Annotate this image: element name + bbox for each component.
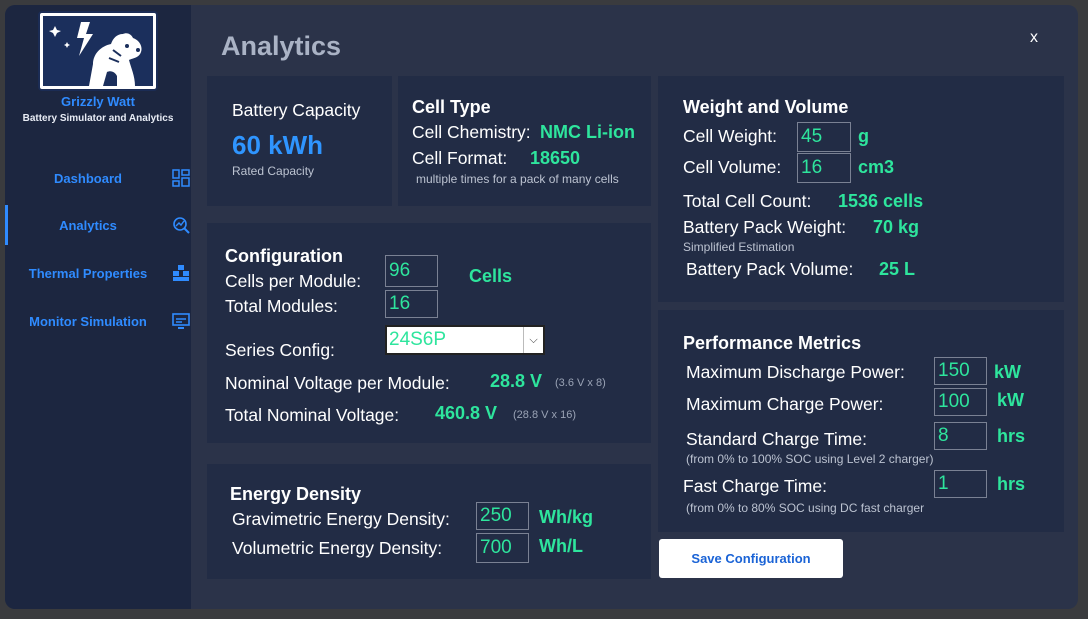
volumetric-density-input[interactable]	[476, 533, 529, 563]
thermal-icon	[173, 265, 189, 281]
nav-label: Dashboard	[54, 170, 122, 186]
cell-format-note: multiple times for a pack of many cells	[416, 172, 619, 186]
total-cell-count-label: Total Cell Count:	[683, 191, 812, 211]
page-title: Analytics	[221, 31, 342, 61]
close-button[interactable]: x	[1030, 29, 1038, 47]
fast-charge-input[interactable]	[934, 470, 987, 498]
nav-item-dashboard[interactable]: Dashboard	[5, 158, 191, 198]
monitor-icon	[172, 313, 190, 329]
app-name: Grizzly Watt	[61, 94, 135, 109]
configuration-heading: Configuration	[225, 246, 343, 266]
max-charge-input[interactable]	[934, 388, 987, 416]
standard-charge-label: Standard Charge Time:	[686, 429, 867, 449]
cell-type-heading: Cell Type	[412, 97, 491, 117]
fast-charge-note: (from 0% to 80% SOC using DC fast charge…	[686, 501, 925, 515]
standard-charge-input[interactable]	[934, 422, 987, 450]
nav-item-monitor-simulation[interactable]: Monitor Simulation	[5, 301, 191, 341]
series-config-value: 24S6P	[389, 329, 447, 350]
cell-format-label: Cell Format:	[412, 148, 508, 168]
capacity-label: Battery Capacity	[232, 100, 361, 120]
performance-heading: Performance Metrics	[683, 333, 862, 353]
max-discharge-label: Maximum Discharge Power:	[686, 362, 905, 382]
save-configuration-button[interactable]: Save Configuration	[659, 539, 843, 578]
standard-charge-note: (from 0% to 100% SOC using Level 2 charg…	[686, 452, 934, 466]
capacity-note: Rated Capacity	[232, 164, 315, 178]
battery-capacity-card: Battery Capacity 60 kWh Rated Capacity	[207, 76, 392, 206]
total-modules-label: Total Modules:	[225, 296, 338, 316]
pack-weight-label: Battery Pack Weight:	[683, 217, 847, 237]
total-cell-count-value: 1536 cells	[838, 191, 924, 211]
total-nominal-voltage-label: Total Nominal Voltage:	[225, 405, 400, 425]
weight-volume-heading: Weight and Volume	[683, 97, 849, 117]
nav-item-analytics[interactable]: Analytics	[5, 205, 191, 245]
capacity-value: 60 kWh	[232, 130, 324, 160]
pack-weight-value: 70 kg	[873, 217, 920, 237]
performance-metrics-card: Performance Metrics Maximum Discharge Po…	[658, 310, 1064, 532]
nominal-voltage-module-label: Nominal Voltage per Module:	[225, 373, 450, 393]
volumetric-density-label: Volumetric Energy Density:	[232, 538, 443, 558]
cell-volume-label: Cell Volume:	[683, 157, 782, 177]
volumetric-density-unit: Wh/L	[539, 536, 583, 556]
gravimetric-density-input[interactable]	[476, 502, 529, 530]
chevron-down-icon: ⌵	[523, 327, 543, 353]
max-charge-unit: kW	[997, 390, 1024, 410]
weight-volume-card: Weight and Volume Cell Weight: g Cell Vo…	[658, 76, 1064, 302]
nominal-voltage-module-value: 28.8 V	[490, 371, 543, 391]
analytics-icon	[173, 217, 190, 234]
app-subtitle: Battery Simulator and Analytics	[22, 113, 174, 124]
cells-unit: Cells	[469, 266, 513, 286]
cell-weight-input[interactable]	[797, 122, 851, 152]
cells-per-module-input[interactable]	[385, 255, 438, 287]
dashboard-grid-icon	[172, 169, 190, 187]
nav-label: Thermal Properties	[28, 265, 148, 281]
cell-type-card: Cell Type Cell Chemistry: NMC Li-ion Cel…	[398, 76, 651, 206]
grizzly-bear-logo	[38, 11, 158, 91]
cell-volume-input[interactable]	[797, 153, 851, 183]
gravimetric-density-label: Gravimetric Energy Density:	[232, 509, 450, 529]
app-window: Grizzly Watt Battery Simulator and Analy…	[5, 5, 1078, 609]
fast-charge-label: Fast Charge Time:	[683, 476, 827, 496]
max-charge-label: Maximum Charge Power:	[686, 394, 884, 414]
series-config-select[interactable]: 24S6P ⌵	[385, 325, 545, 355]
energy-density-heading: Energy Density	[230, 484, 362, 504]
energy-density-card: Energy Density Gravimetric Energy Densit…	[207, 464, 651, 579]
pack-volume-label: Battery Pack Volume:	[686, 259, 854, 279]
cell-volume-unit: cm3	[858, 157, 895, 177]
cell-chemistry-label: Cell Chemistry:	[412, 122, 531, 142]
max-discharge-input[interactable]	[934, 357, 987, 385]
bear-icon	[49, 22, 142, 86]
cell-weight-label: Cell Weight:	[683, 126, 778, 146]
max-discharge-unit: kW	[994, 362, 1021, 382]
pack-volume-value: 25 L	[879, 259, 916, 279]
total-nominal-voltage-note: (28.8 V x 16)	[513, 409, 576, 421]
series-config-label: Series Config:	[225, 340, 335, 360]
cell-weight-unit: g	[858, 126, 869, 146]
cells-per-module-label: Cells per Module:	[225, 271, 362, 291]
cell-format-value: 18650	[530, 148, 581, 168]
standard-charge-unit: hrs	[997, 426, 1026, 446]
pack-weight-note: Simplified Estimation	[683, 240, 795, 254]
nominal-voltage-module-note: (3.6 V x 8)	[555, 377, 606, 389]
total-nominal-voltage-value: 460.8 V	[435, 403, 498, 423]
sidebar: Grizzly Watt Battery Simulator and Analy…	[5, 5, 191, 609]
nav-label: Analytics	[59, 217, 117, 233]
nav-item-thermal-properties[interactable]: Thermal Properties	[5, 253, 191, 293]
fast-charge-unit: hrs	[997, 474, 1026, 494]
cell-chemistry-value: NMC Li-ion	[540, 122, 635, 142]
gravimetric-density-unit: Wh/kg	[539, 507, 593, 527]
nav-label: Monitor Simulation	[29, 313, 147, 329]
total-modules-input[interactable]	[385, 290, 438, 318]
